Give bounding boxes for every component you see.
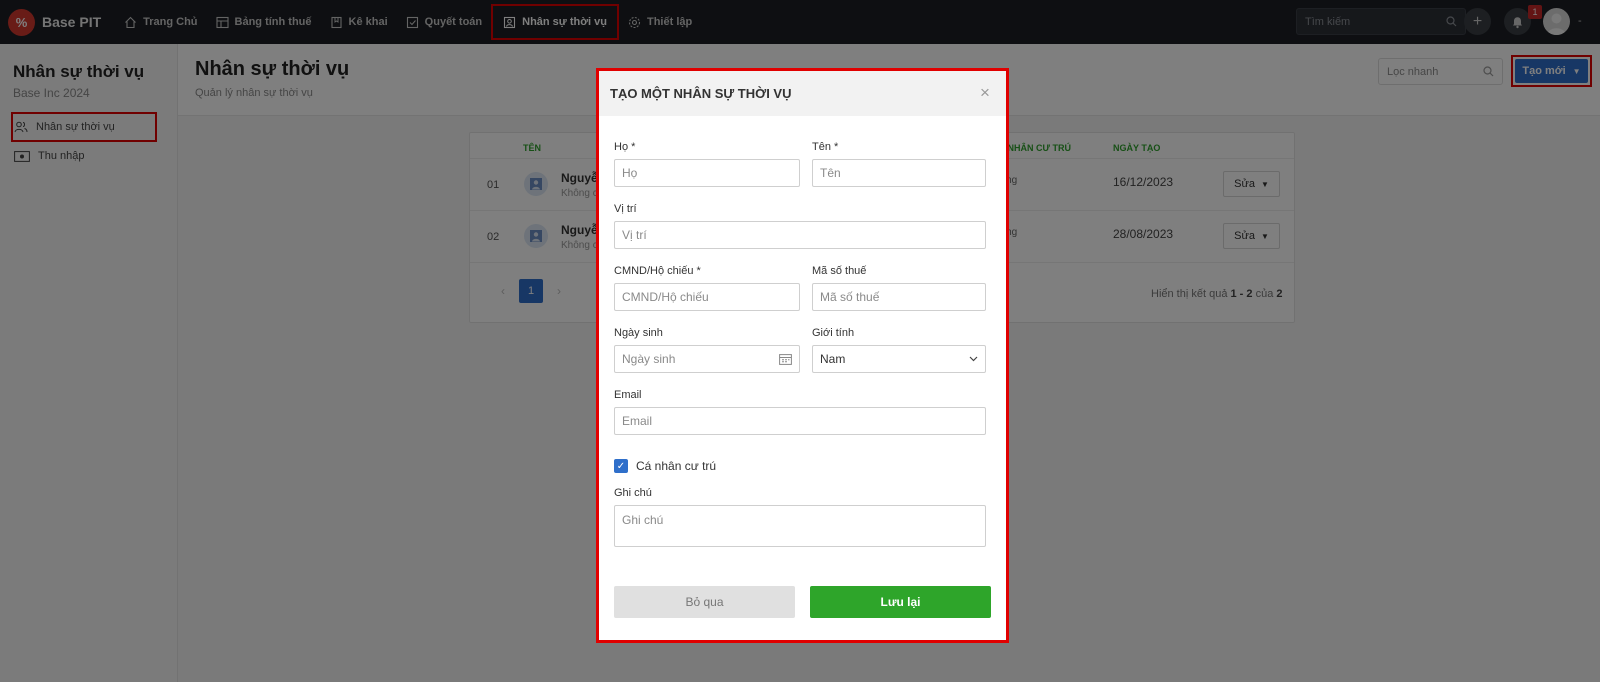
resident-checkbox-row[interactable]: ✓ Cá nhân cư trú bbox=[614, 459, 716, 473]
gender-select[interactable]: Nam bbox=[812, 345, 986, 373]
cancel-button[interactable]: Bỏ qua bbox=[614, 586, 795, 618]
chevron-down-icon bbox=[969, 356, 978, 362]
create-seasonal-staff-modal: TẠO MỘT NHÂN SỰ THỜI VỤ × Họ * Họ Tên * … bbox=[596, 68, 1009, 643]
note-placeholder: Ghi chú bbox=[622, 513, 664, 527]
birthday-label: Ngày sinh bbox=[614, 327, 663, 339]
first-name-field[interactable]: Tên bbox=[812, 159, 986, 187]
calendar-icon[interactable] bbox=[779, 353, 792, 365]
position-placeholder: Vị trí bbox=[622, 228, 647, 242]
position-label: Vị trí bbox=[614, 203, 637, 215]
email-label: Email bbox=[614, 389, 642, 401]
note-label: Ghi chú bbox=[614, 487, 652, 499]
tax-code-field[interactable]: Mã số thuế bbox=[812, 283, 986, 311]
modal-header: TẠO MỘT NHÂN SỰ THỜI VỤ × bbox=[599, 71, 1006, 116]
resident-label: Cá nhân cư trú bbox=[636, 459, 717, 473]
last-name-label: Họ * bbox=[614, 141, 636, 153]
gender-value: Nam bbox=[820, 352, 846, 366]
email-placeholder: Email bbox=[622, 414, 653, 428]
id-card-label: CMND/Hộ chiếu * bbox=[614, 265, 701, 277]
first-name-placeholder: Tên bbox=[820, 166, 841, 180]
first-name-label: Tên * bbox=[812, 141, 839, 153]
last-name-field[interactable]: Họ bbox=[614, 159, 800, 187]
resident-checkbox[interactable]: ✓ bbox=[614, 459, 628, 473]
id-card-field[interactable]: CMND/Hộ chiếu bbox=[614, 283, 800, 311]
save-button[interactable]: Lưu lại bbox=[810, 586, 991, 618]
position-field[interactable]: Vị trí bbox=[614, 221, 986, 249]
last-name-placeholder: Họ bbox=[622, 166, 638, 180]
tax-code-label: Mã số thuế bbox=[812, 265, 867, 277]
note-textarea[interactable]: Ghi chú bbox=[614, 505, 986, 547]
id-card-placeholder: CMND/Hộ chiếu bbox=[622, 290, 709, 304]
email-field[interactable]: Email bbox=[614, 407, 986, 435]
birthday-field[interactable]: Ngày sinh bbox=[614, 345, 800, 373]
birthday-placeholder: Ngày sinh bbox=[622, 352, 676, 366]
close-icon[interactable]: × bbox=[980, 83, 990, 103]
tax-code-placeholder: Mã số thuế bbox=[820, 290, 880, 304]
gender-label: Giới tính bbox=[812, 327, 855, 339]
modal-title: TẠO MỘT NHÂN SỰ THỜI VỤ bbox=[610, 86, 792, 101]
